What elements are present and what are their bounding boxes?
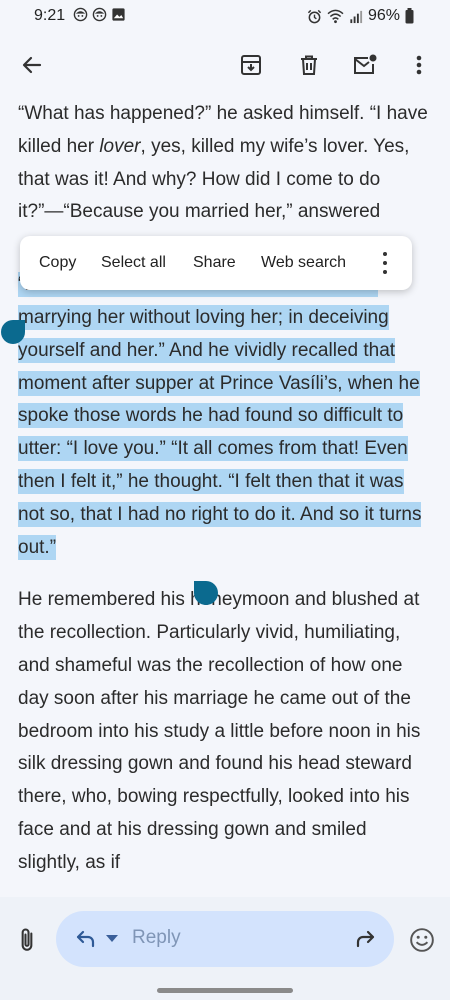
copy-menu-item[interactable]: Copy <box>39 254 76 272</box>
reply-bar: Reply <box>0 897 450 1000</box>
battery-icon <box>405 8 414 24</box>
notification-icons <box>73 7 126 22</box>
image-icon <box>112 8 125 21</box>
battery-percent: 96% <box>367 7 400 24</box>
archive-icon <box>241 55 261 75</box>
back-button[interactable] <box>17 50 47 80</box>
reply-arrow-icon[interactable] <box>73 927 97 951</box>
archive-button[interactable] <box>236 50 266 80</box>
select-all-menu-item[interactable]: Select all <box>101 254 166 272</box>
selection-start-handle[interactable] <box>1 320 25 344</box>
system-icons: 96% <box>307 7 414 25</box>
paragraph: He remembered his honeymoon and blushed … <box>18 589 421 873</box>
share-menu-item[interactable]: Share <box>193 254 236 272</box>
chevron-down-icon[interactable] <box>106 935 118 942</box>
gesture-nav-bar[interactable] <box>157 988 293 993</box>
attachment-icon[interactable] <box>14 927 40 953</box>
emphasized-text: lover <box>99 135 141 157</box>
selected-paragraph[interactable]: “But in what was I to blame?” he asked. … <box>18 269 433 564</box>
status-time: 9:21 <box>34 7 66 24</box>
emoji-icon[interactable] <box>409 927 435 953</box>
alarm-icon <box>307 9 322 23</box>
notification-face-icon <box>92 7 107 22</box>
app-bar <box>0 40 450 90</box>
more-options-button[interactable] <box>404 50 434 80</box>
selected-text[interactable]: “But in what was I to blame?” he asked. … <box>18 272 422 560</box>
mark-unread-button[interactable] <box>350 50 380 80</box>
selection-end-handle[interactable] <box>194 581 218 605</box>
signal-icon <box>350 10 363 23</box>
wifi-icon <box>327 9 344 23</box>
delete-icon <box>301 55 317 75</box>
reply-input[interactable]: Reply <box>56 911 394 967</box>
more-vert-icon[interactable] <box>376 252 394 274</box>
status-bar: 9:21 96% <box>0 0 450 34</box>
mark-unread-icon <box>354 54 377 74</box>
forward-arrow-icon[interactable] <box>354 927 378 951</box>
back-arrow-icon <box>22 56 42 74</box>
delete-button[interactable] <box>294 50 324 80</box>
notification-face-icon <box>73 7 88 22</box>
web-search-menu-item[interactable]: Web search <box>261 254 346 272</box>
reply-placeholder[interactable]: Reply <box>132 927 181 949</box>
text-selection-menu: Copy Select all Share Web search <box>20 236 412 290</box>
more-vert-icon <box>416 55 422 75</box>
email-body: “What has happened?” he asked himself. “… <box>18 98 433 880</box>
paragraph: “What has happened?” he asked himself. “… <box>18 98 433 229</box>
